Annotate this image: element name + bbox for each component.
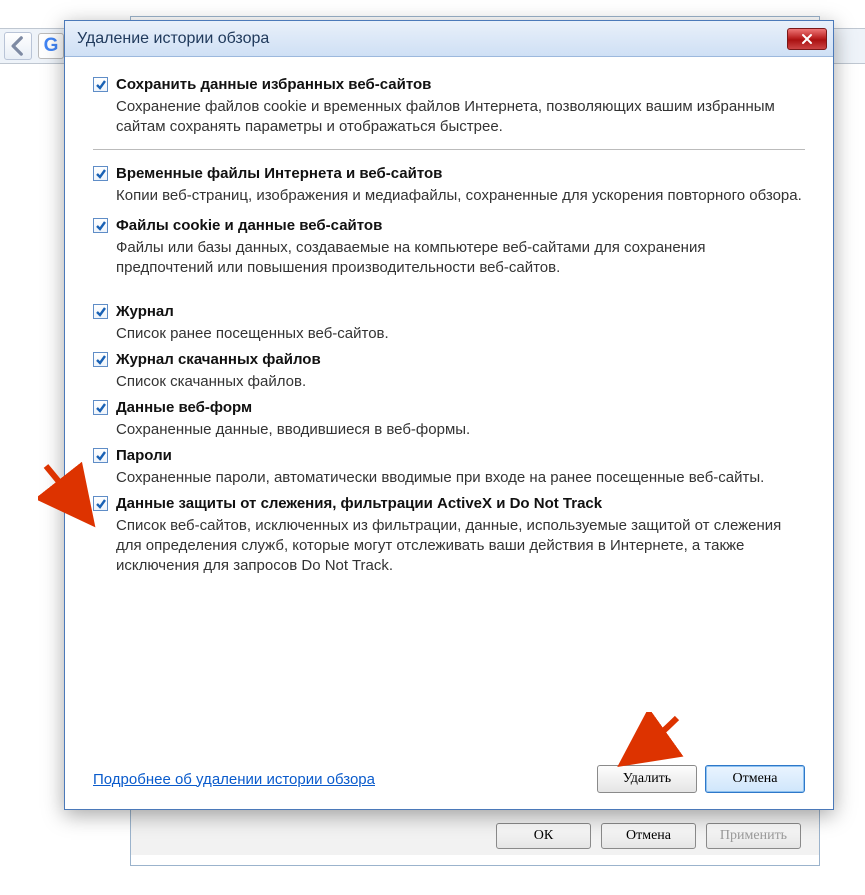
checkbox-history[interactable] [93, 304, 108, 319]
checkbox-tracking-protection[interactable] [93, 496, 108, 511]
checkbox-preserve-favorites[interactable] [93, 77, 108, 92]
option-label: Сохранить данные избранных веб-сайтов [116, 75, 805, 95]
option-desc: Список ранее посещенных веб-сайтов. [116, 324, 805, 344]
cancel-button[interactable]: Отмена [601, 823, 696, 849]
option-desc: Сохраненные пароли, автоматически вводим… [116, 468, 805, 488]
option-passwords[interactable]: Пароли Сохраненные пароли, автоматически… [93, 446, 805, 488]
site-icon-google: G [38, 33, 64, 59]
option-preserve-favorites[interactable]: Сохранить данные избранных веб-сайтов Со… [93, 75, 805, 137]
dialog-title: Удаление истории обзора [77, 30, 787, 48]
option-desc: Список скачанных файлов. [116, 372, 805, 392]
option-label: Журнал скачанных файлов [116, 350, 805, 370]
apply-button: Применить [706, 823, 801, 849]
close-button[interactable] [787, 28, 827, 50]
checkbox-passwords[interactable] [93, 448, 108, 463]
separator [93, 149, 805, 150]
help-link[interactable]: Подробнее об удалении истории обзора [93, 771, 375, 788]
option-temp-files[interactable]: Временные файлы Интернета и веб-сайтов К… [93, 164, 805, 206]
delete-button[interactable]: Удалить [597, 765, 697, 793]
option-label: Данные защиты от слежения, фильтрации Ac… [116, 494, 805, 514]
checkbox-cookies[interactable] [93, 218, 108, 233]
ok-button[interactable]: ОК [496, 823, 591, 849]
option-form-data[interactable]: Данные веб-форм Сохраненные данные, ввод… [93, 398, 805, 440]
close-icon [801, 33, 813, 45]
option-label: Журнал [116, 302, 805, 322]
checkbox-form-data[interactable] [93, 400, 108, 415]
option-desc: Список веб-сайтов, исключенных из фильтр… [116, 516, 805, 576]
option-label: Данные веб-форм [116, 398, 805, 418]
option-cookies[interactable]: Файлы cookie и данные веб-сайтов Файлы и… [93, 216, 805, 278]
option-label: Временные файлы Интернета и веб-сайтов [116, 164, 805, 184]
internet-options-footer: ОК Отмена Применить [131, 805, 819, 855]
option-download-history[interactable]: Журнал скачанных файлов Список скачанных… [93, 350, 805, 392]
back-button[interactable] [4, 32, 32, 60]
option-desc: Копии веб-страниц, изображения и медиафа… [116, 186, 805, 206]
cancel-button[interactable]: Отмена [705, 765, 805, 793]
dialog-titlebar[interactable]: Удаление истории обзора [65, 21, 833, 57]
option-label: Пароли [116, 446, 805, 466]
checkbox-download-history[interactable] [93, 352, 108, 367]
option-desc: Сохранение файлов cookie и временных фай… [116, 97, 805, 137]
option-desc: Файлы или базы данных, создаваемые на ко… [116, 238, 805, 278]
option-history[interactable]: Журнал Список ранее посещенных веб-сайто… [93, 302, 805, 344]
checkbox-temp-files[interactable] [93, 166, 108, 181]
option-desc: Сохраненные данные, вводившиеся в веб-фо… [116, 420, 805, 440]
dialog-footer: Подробнее об удалении истории обзора Уда… [93, 765, 805, 793]
delete-history-dialog: Удаление истории обзора Сохранить данные… [64, 20, 834, 810]
option-tracking-protection[interactable]: Данные защиты от слежения, фильтрации Ac… [93, 494, 805, 576]
option-label: Файлы cookie и данные веб-сайтов [116, 216, 805, 236]
